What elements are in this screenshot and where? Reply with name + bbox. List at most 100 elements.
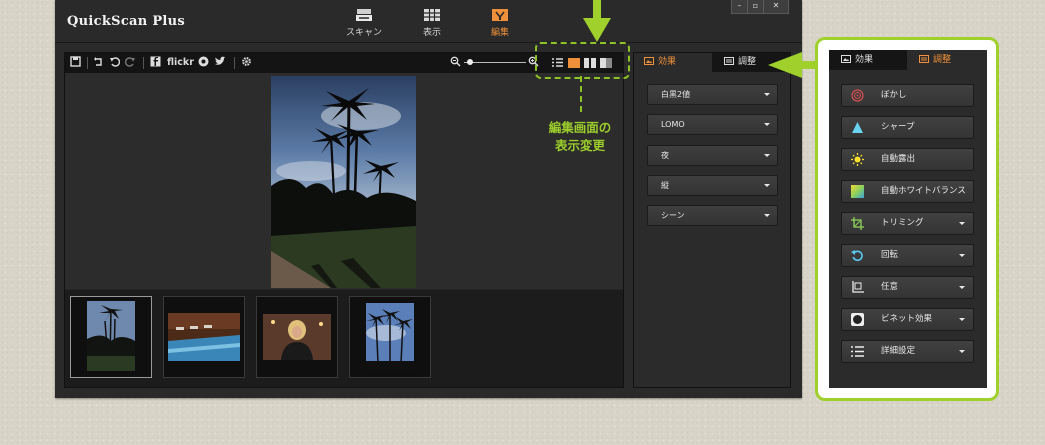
blur-button[interactable]: ぼかし	[841, 84, 974, 107]
dropdown-label: 夜	[661, 151, 669, 160]
revert-icon[interactable]	[93, 56, 104, 67]
view-mode-highlight	[535, 42, 630, 79]
sharpen-icon	[852, 122, 863, 133]
mode-scan-button[interactable]: スキャン	[339, 8, 389, 38]
chevron-down-icon	[764, 154, 770, 157]
redo-icon[interactable]	[125, 56, 136, 67]
panel-tabs: 効果 調整	[634, 53, 790, 72]
mode-view-label: 表示	[422, 28, 441, 38]
chevron-down-icon	[764, 214, 770, 217]
undo-icon[interactable]	[109, 56, 120, 67]
auto-exposure-label: 自動露出	[881, 154, 916, 164]
vignette-icon	[851, 313, 864, 326]
adjust-icon	[919, 55, 929, 63]
image-canvas[interactable]	[65, 73, 623, 289]
edit-icon	[492, 9, 508, 21]
vignette-dropdown[interactable]: ビネット効果	[841, 308, 974, 331]
advanced-settings-label: 詳細設定	[881, 346, 916, 356]
thumbnail-item[interactable]	[256, 296, 338, 378]
callout-line-2: 表示変更	[554, 138, 605, 153]
effect-dropdown-lomo[interactable]: LOMO	[647, 114, 778, 135]
blur-icon	[851, 89, 864, 102]
crop-dropdown[interactable]: トリミング	[841, 212, 974, 235]
auto-white-balance-label: 自動ホワイトバランス	[881, 186, 966, 196]
dropdown-label: シーン	[661, 211, 685, 220]
panel-tabs: 効果 調整	[829, 50, 987, 70]
crop-label: トリミング	[881, 218, 924, 228]
mode-edit-button[interactable]: 編集	[475, 8, 525, 38]
app-window: QuickScan Plus – ▫ ✕ スキャン 表示 編集 flickr 効…	[55, 0, 802, 398]
thumbnail-item[interactable]	[349, 296, 431, 378]
rotate-label: 回転	[881, 250, 899, 260]
sun-icon	[851, 153, 864, 166]
twitter-icon[interactable]	[214, 56, 226, 67]
dropdown-label: 縦	[661, 181, 669, 190]
editor-area: flickr	[64, 52, 624, 388]
callout-arrow-left	[768, 52, 818, 78]
save-icon[interactable]	[70, 56, 81, 67]
callout-connector	[580, 76, 582, 112]
vignette-label: ビネット効果	[881, 314, 933, 324]
mode-edit-label: 編集	[490, 28, 509, 38]
tab-effects-label: 効果	[855, 55, 874, 65]
list-icon	[851, 346, 864, 357]
crop-icon	[851, 217, 864, 230]
thumbnail-item[interactable]	[163, 296, 245, 378]
chevron-down-icon	[959, 350, 965, 353]
minimize-icon[interactable]: –	[731, 0, 748, 14]
app-title: QuickScan Plus	[67, 14, 186, 29]
main-photo[interactable]	[271, 76, 416, 288]
flickr-button[interactable]: flickr	[167, 56, 194, 70]
zoom-out-icon[interactable]	[450, 56, 461, 67]
settings-icon[interactable]	[241, 56, 252, 67]
tab-adjust-label: 調整	[933, 55, 952, 65]
zoom-slider-track[interactable]	[464, 62, 526, 63]
toolbar-divider	[87, 57, 88, 69]
close-icon[interactable]: ✕	[763, 0, 789, 14]
callout-arrow-down	[583, 0, 611, 42]
chevron-down-icon	[764, 93, 770, 96]
adjust-panel-enlarged: 効果 調整 ぼかし シャープ 自動露出 自動ホワイトバランス トリミング 回転 …	[829, 50, 987, 388]
tab-adjust[interactable]: 調整	[907, 50, 987, 70]
sharpen-button[interactable]: シャープ	[841, 116, 974, 139]
tab-effects[interactable]: 効果	[829, 50, 907, 70]
adjust-icon	[724, 57, 734, 65]
callout-line-1: 編集画面の	[548, 120, 612, 135]
effect-dropdown-bw[interactable]: 白黒2値	[647, 84, 778, 105]
custom-dropdown[interactable]: 任意	[841, 276, 974, 299]
effect-dropdown-night[interactable]: 夜	[647, 145, 778, 166]
auto-white-balance-button[interactable]: 自動ホワイトバランス	[841, 180, 974, 203]
chevron-down-icon	[959, 286, 965, 289]
chevron-down-icon	[959, 222, 965, 225]
blur-label: ぼかし	[881, 90, 907, 100]
header-divider	[55, 42, 802, 43]
effect-dropdown-scene[interactable]: シーン	[647, 205, 778, 226]
facebook-icon[interactable]	[150, 56, 161, 67]
advanced-settings-dropdown[interactable]: 詳細設定	[841, 340, 974, 363]
tab-adjust-label: 調整	[738, 57, 757, 67]
thumbnail-strip	[65, 290, 623, 387]
thumbnail-item[interactable]	[70, 296, 152, 378]
callout-note: 編集画面の 表示変更	[540, 119, 620, 155]
white-balance-icon	[851, 185, 864, 198]
toolbar-divider	[143, 57, 144, 69]
custom-icon	[852, 281, 864, 293]
rotate-icon	[851, 250, 863, 262]
chevron-down-icon	[764, 123, 770, 126]
image-icon	[644, 57, 654, 65]
chevron-down-icon	[959, 254, 965, 257]
auto-exposure-button[interactable]: 自動露出	[841, 148, 974, 171]
mode-view-button[interactable]: 表示	[407, 8, 457, 38]
restore-icon[interactable]: ▫	[747, 0, 764, 14]
tab-effects-label: 効果	[658, 57, 677, 67]
rotate-dropdown[interactable]: 回転	[841, 244, 974, 267]
effect-dropdown-vertical[interactable]: 縦	[647, 175, 778, 196]
picasa-icon[interactable]	[198, 56, 209, 67]
dropdown-label: LOMO	[661, 120, 685, 129]
tab-effects[interactable]: 効果	[634, 53, 712, 72]
image-icon	[841, 55, 851, 63]
dropdown-label: 白黒2値	[661, 90, 691, 99]
scanner-icon	[356, 9, 372, 21]
zoom-slider-handle[interactable]	[466, 59, 473, 65]
sharpen-label: シャープ	[881, 122, 915, 132]
